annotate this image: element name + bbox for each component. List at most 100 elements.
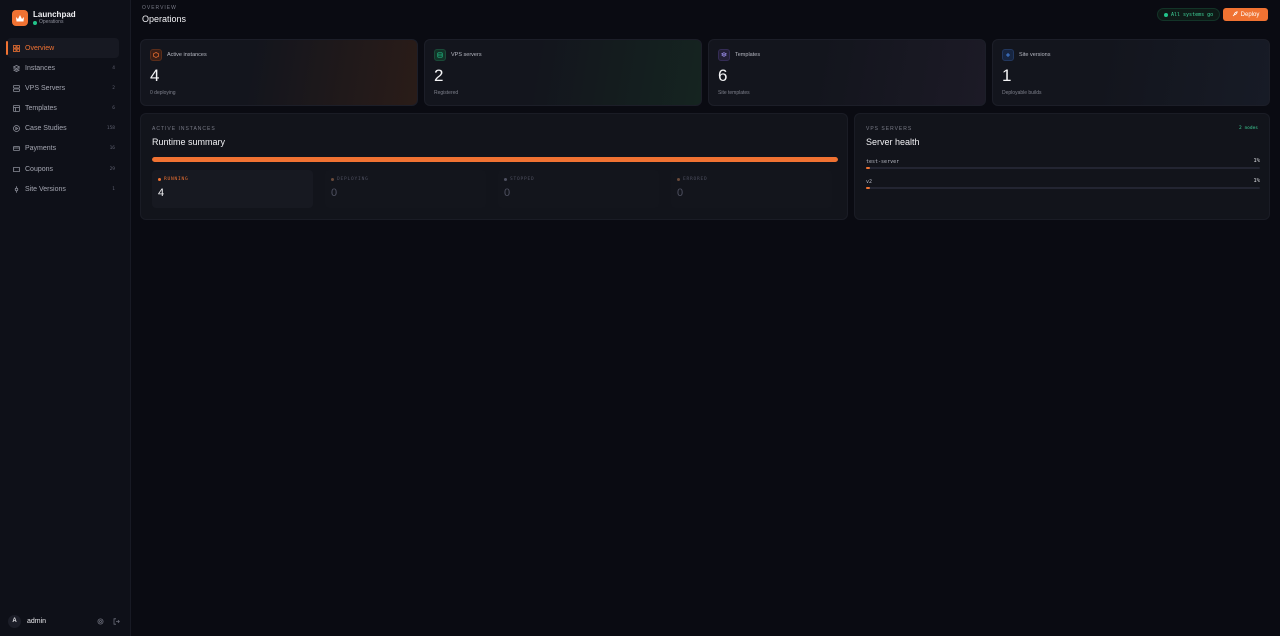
runtime-summary-panel: ACTIVE INSTANCES Runtime summary RUNNING…	[140, 113, 848, 220]
server-load-fill	[866, 167, 870, 169]
layers-icon	[718, 49, 730, 61]
server-load-pct: 1%	[1253, 158, 1260, 164]
sidebar-item-label: Templates	[25, 105, 57, 113]
runtime-progress-bar	[152, 157, 838, 162]
status-dot-icon	[331, 178, 334, 181]
sidebar-item-overview[interactable]: Overview	[6, 38, 119, 58]
sidebar-item-payments[interactable]: Payments 16	[7, 139, 119, 159]
ticket-icon	[13, 166, 20, 173]
sidebar-item-count: 6	[112, 106, 115, 112]
server-name: test-server	[866, 159, 900, 165]
plus-icon	[1002, 49, 1014, 61]
avatar[interactable]: A	[8, 614, 21, 628]
sidebar-item-label: VPS Servers	[25, 84, 66, 92]
server-icon	[434, 49, 446, 61]
sidebar-item-count: 29	[109, 166, 115, 172]
brand-name: Launchpad	[33, 10, 76, 19]
stat-label: Active instances	[167, 52, 207, 58]
server-row-test-server[interactable]: test-server 1%	[866, 158, 1260, 169]
status-dot-icon	[1164, 12, 1168, 17]
sidebar-item-count: 158	[106, 126, 115, 132]
system-status-text: All systems go	[1171, 11, 1214, 18]
status-label: ERRORED	[683, 177, 708, 182]
sidebar-item-label: Site Versions	[25, 185, 66, 193]
git-branch-icon	[13, 186, 20, 193]
user-profile: A admin	[8, 614, 120, 628]
sidebar-item-instances[interactable]: Instances 4	[7, 58, 119, 78]
sidebar-item-count: 1	[112, 186, 115, 192]
stat-label: VPS servers	[451, 52, 482, 58]
status-value: 0	[331, 187, 338, 199]
sidebar-item-site-versions[interactable]: Site Versions 1	[7, 179, 119, 199]
node-count: 2 nodes	[1239, 126, 1258, 131]
runtime-progress-fill	[152, 157, 838, 162]
stat-card-templates[interactable]: Templates 6 Site templates	[708, 39, 986, 106]
layers-icon	[13, 64, 20, 72]
status-value: 0	[677, 187, 684, 199]
status-errored[interactable]: ERRORED 0	[671, 170, 832, 208]
sidebar-item-label: Case Studies	[25, 125, 67, 133]
panel-kicker: ACTIVE INSTANCES	[152, 126, 216, 132]
credit-card-icon	[13, 145, 20, 152]
deploy-label: Deploy	[1240, 11, 1260, 18]
username: admin	[27, 617, 47, 625]
deploy-button[interactable]: Deploy	[1223, 8, 1268, 21]
server-load-bar	[866, 187, 1260, 189]
status-dot-icon	[158, 178, 161, 181]
system-status-badge: All systems go	[1157, 8, 1221, 21]
status-dot-icon	[677, 178, 680, 181]
status-stopped[interactable]: STOPPED 0	[498, 170, 659, 208]
sidebar-item-label: Instances	[25, 64, 55, 72]
stat-value: 6	[718, 66, 728, 85]
sidebar-item-count: 16	[109, 146, 115, 152]
settings-icon[interactable]	[97, 618, 104, 625]
play-circle-icon	[13, 125, 20, 133]
rocket-icon	[1232, 10, 1238, 19]
server-row-v2[interactable]: v2 1%	[866, 178, 1260, 189]
box-icon	[150, 49, 162, 61]
status-value: 0	[504, 187, 511, 199]
server-name: v2	[866, 179, 873, 185]
stat-subtext: Site templates	[718, 90, 750, 96]
stat-subtext: 0 deploying	[150, 90, 176, 96]
logout-icon[interactable]	[113, 617, 120, 625]
server-load-fill	[866, 187, 870, 189]
stat-card-site-versions[interactable]: Site versions 1 Deployable builds	[992, 39, 1270, 106]
brand[interactable]: Launchpad Operations	[12, 10, 76, 26]
stat-subtext: Registered	[434, 90, 459, 96]
sidebar-item-label: Coupons	[25, 165, 54, 173]
status-label: DEPLOYING	[337, 177, 369, 182]
sidebar-item-label: Overview	[25, 44, 55, 52]
sidebar-item-count: 4	[112, 65, 115, 71]
server-load-pct: 1%	[1253, 178, 1260, 184]
grid-icon	[13, 44, 20, 52]
stat-card-active-instances[interactable]: Active instances 4 0 deploying	[140, 39, 418, 106]
sidebar: Launchpad Operations Overview Instances …	[0, 0, 131, 636]
stat-value: 2	[434, 66, 444, 85]
status-label: STOPPED	[510, 177, 535, 182]
stat-label: Templates	[735, 52, 761, 58]
sidebar-item-count: 2	[112, 85, 115, 91]
status-deploying[interactable]: DEPLOYING 0	[325, 170, 486, 208]
panel-kicker: VPS SERVERS	[866, 126, 913, 132]
status-dot-icon	[504, 178, 507, 181]
stat-value: 1	[1002, 66, 1012, 85]
brand-subtitle: Operations	[39, 19, 64, 25]
stat-card-vps-servers[interactable]: VPS servers 2 Registered	[424, 39, 702, 106]
sidebar-item-templates[interactable]: Templates 6	[7, 99, 119, 119]
sidebar-item-case-studies[interactable]: Case Studies 158	[7, 119, 119, 139]
stat-label: Site versions	[1019, 52, 1051, 58]
server-icon	[13, 84, 20, 92]
status-label: RUNNING	[164, 177, 189, 182]
breadcrumb: OVERVIEW	[142, 5, 177, 11]
sidebar-item-coupons[interactable]: Coupons 29	[7, 159, 119, 179]
sidebar-item-label: Payments	[25, 145, 57, 153]
template-icon	[13, 105, 20, 112]
status-dot-icon	[33, 20, 37, 25]
stat-subtext: Deployable builds	[1002, 90, 1042, 96]
page-title: Operations	[142, 14, 187, 24]
status-running[interactable]: RUNNING 4	[152, 170, 313, 208]
server-health-panel: VPS SERVERS Server health 2 nodes test-s…	[854, 113, 1270, 220]
panel-title: Server health	[866, 137, 920, 147]
sidebar-item-vps-servers[interactable]: VPS Servers 2	[7, 78, 119, 98]
